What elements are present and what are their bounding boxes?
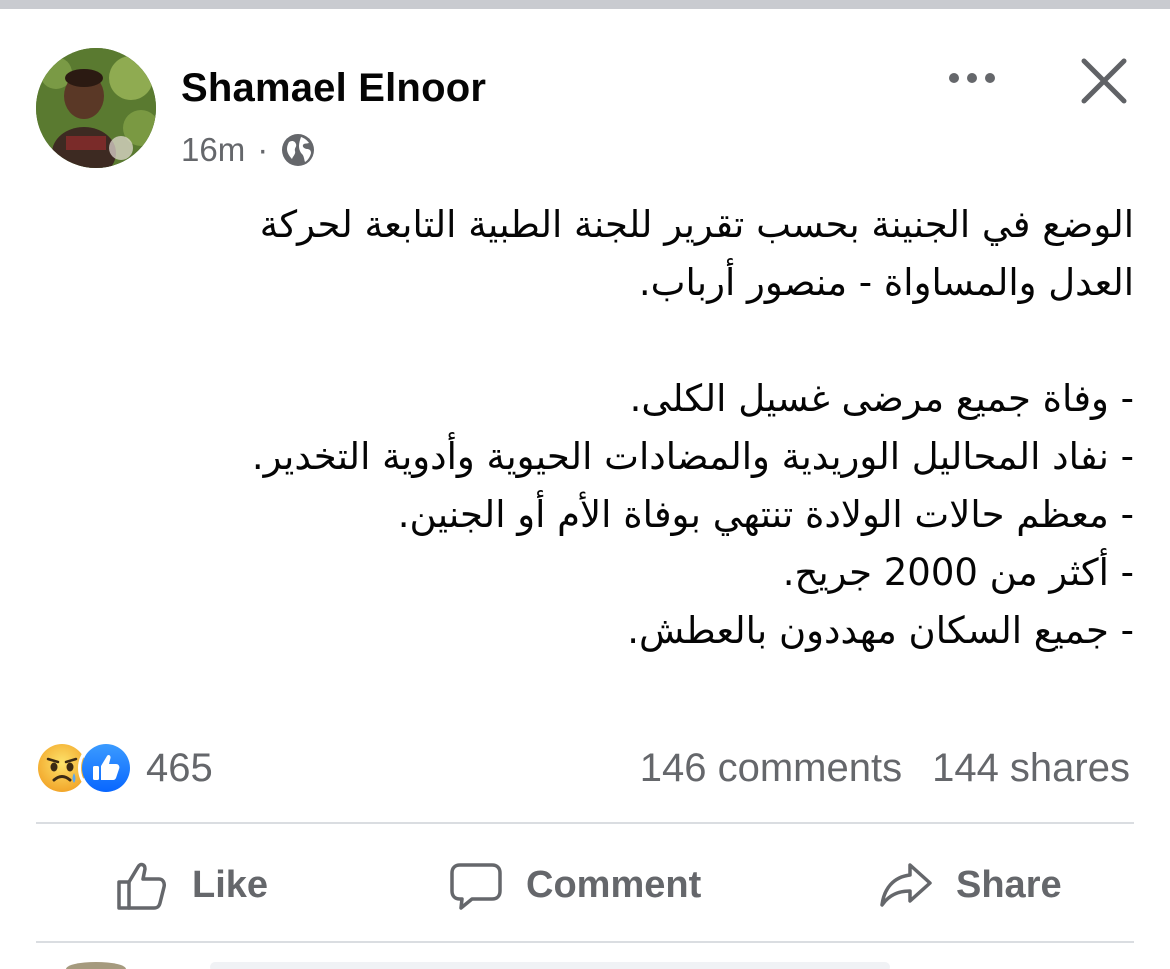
post-time[interactable]: 16m [181,131,245,169]
share-label: Share [956,863,1062,906]
post-meta: 16m · [181,128,316,172]
post-text-line: - معظم حالات الولادة تنتهي بوفاة الأم أو… [397,493,1134,536]
comment-bubble-icon [450,863,502,910]
top-separator [0,0,1170,9]
like-button[interactable]: Like [114,853,268,917]
divider [36,822,1134,824]
post-text-gap [40,312,1134,370]
comment-button[interactable]: Comment [448,853,701,917]
share-arrow-icon [880,863,932,907]
post-stats: 146 comments 144 shares [640,742,1130,794]
post-text-line: - نفاد المحاليل الوريدية والمضادات الحيو… [251,435,1134,478]
facebook-post-page: Shamael Elnoor 16m · الوضع في الجنينة بح… [0,0,1170,969]
comments-count[interactable]: 146 comments [640,746,902,791]
reactions-summary[interactable]: 465 [34,740,213,796]
post-text-line: - وفاة جميع مرضى غسيل الكلى. [629,377,1134,420]
comment-label: Comment [526,863,702,906]
thumbs-up-icon [117,862,166,910]
like-label: Like [192,863,269,906]
author-name[interactable]: Shamael Elnoor [181,66,486,111]
post-text-line: - أكثر من 2000 جريح. [782,551,1134,594]
divider [36,941,1134,943]
post-text-line: - جميع السكان مهددون بالعطش. [627,609,1134,652]
avatar[interactable] [36,48,156,168]
shares-count[interactable]: 144 shares [932,746,1130,791]
like-reaction-icon [78,740,134,796]
more-horizontal-icon[interactable] [942,60,1002,96]
globe-icon [280,132,316,168]
post-body: الوضع في الجنينة بحسب تقرير للجنة الطبية… [40,196,1134,660]
next-comment-avatar [66,962,126,969]
close-icon[interactable] [1078,55,1130,107]
post-text-line: الوضع في الجنينة بحسب تقرير للجنة الطبية… [259,203,1134,246]
reactions-count: 465 [146,745,213,790]
share-button[interactable]: Share [878,853,1062,917]
post-text-line: العدل والمساواة - منصور أرباب. [638,261,1134,304]
next-comment-preview [210,962,890,969]
meta-separator: · [257,131,269,168]
